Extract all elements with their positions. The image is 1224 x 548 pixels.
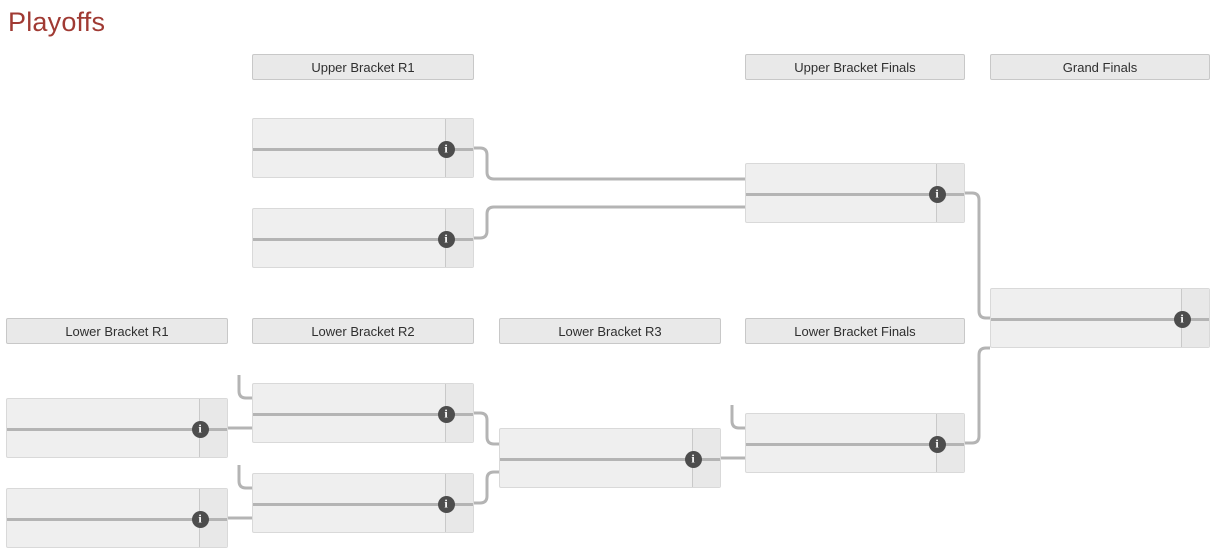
connector-ub-r1-m1-to-ubf-row1 — [474, 146, 745, 181]
info-icon[interactable]: i — [191, 510, 209, 528]
match-lb-r1-m1[interactable]: i — [6, 398, 228, 458]
info-icon[interactable]: i — [191, 420, 209, 438]
info-icon-glyph: i — [935, 186, 939, 201]
match-lb-r2-m2[interactable]: i — [252, 473, 474, 533]
info-icon[interactable]: i — [928, 435, 946, 453]
round-header-lb-r3: Lower Bracket R3 — [499, 318, 721, 344]
round-header-lb-r1: Lower Bracket R1 — [6, 318, 228, 344]
info-icon[interactable]: i — [1173, 310, 1191, 328]
round-header-label: Lower Bracket Finals — [794, 323, 916, 339]
match-lb-r3-m1[interactable]: i — [499, 428, 721, 488]
info-icon-glyph: i — [444, 141, 448, 156]
match-ub-r1-m2[interactable]: i — [252, 208, 474, 268]
match-lb-finals-m1[interactable]: i — [745, 413, 965, 473]
info-icon-glyph: i — [444, 231, 448, 246]
round-header-label: Lower Bracket R3 — [558, 323, 662, 339]
round-header-label: Upper Bracket R1 — [311, 59, 415, 75]
info-icon-glyph: i — [1180, 311, 1184, 326]
info-icon[interactable]: i — [684, 450, 702, 468]
info-icon-glyph: i — [198, 511, 202, 526]
round-header-label: Grand Finals — [1062, 59, 1138, 75]
match-lb-r2-m1[interactable]: i — [252, 383, 474, 443]
match-ub-r1-m1[interactable]: i — [252, 118, 474, 178]
info-icon-glyph: i — [198, 421, 202, 436]
page-title: Playoffs — [8, 7, 106, 37]
connector-ub-r1-m2-to-ubf-row2 — [474, 205, 745, 240]
info-icon[interactable]: i — [928, 185, 946, 203]
round-header-label: Lower Bracket R2 — [311, 323, 415, 339]
round-header-ub-finals: Upper Bracket Finals — [745, 54, 965, 80]
connector-lb-r2-m1-in-row1 — [237, 375, 252, 400]
connector-lbf-in-row1 — [730, 405, 745, 430]
info-icon-glyph: i — [691, 451, 695, 466]
round-header-lb-finals: Lower Bracket Finals — [745, 318, 965, 344]
info-icon-glyph: i — [935, 436, 939, 451]
info-icon[interactable]: i — [437, 495, 455, 513]
round-header-label: Upper Bracket Finals — [794, 59, 916, 75]
connector-lb-r2-m2-in-row1 — [237, 465, 252, 490]
bracket-stage: Playoffs Upper Bracket R1 Upper Bracket F… — [0, 0, 1224, 548]
connector-lb-r2-m2-to-lbr3 — [474, 470, 499, 505]
info-icon[interactable]: i — [437, 405, 455, 423]
connector-ubf-to-grand-row1 — [965, 191, 990, 320]
round-header-grand: Grand Finals — [990, 54, 1210, 80]
info-icon-glyph: i — [444, 406, 448, 421]
match-ub-finals-m1[interactable]: i — [745, 163, 965, 223]
round-header-lb-r2: Lower Bracket R2 — [252, 318, 474, 344]
match-grand-finals-m1[interactable]: i — [990, 288, 1210, 348]
info-icon[interactable]: i — [437, 230, 455, 248]
connector-lbf-to-grand-row2 — [965, 346, 990, 445]
info-icon[interactable]: i — [437, 140, 455, 158]
connector-lb-r2-m1-to-lbr3 — [474, 411, 499, 446]
round-header-label: Lower Bracket R1 — [65, 323, 169, 339]
match-lb-r1-m2[interactable]: i — [6, 488, 228, 548]
round-header-ub-r1: Upper Bracket R1 — [252, 54, 474, 80]
info-icon-glyph: i — [444, 496, 448, 511]
